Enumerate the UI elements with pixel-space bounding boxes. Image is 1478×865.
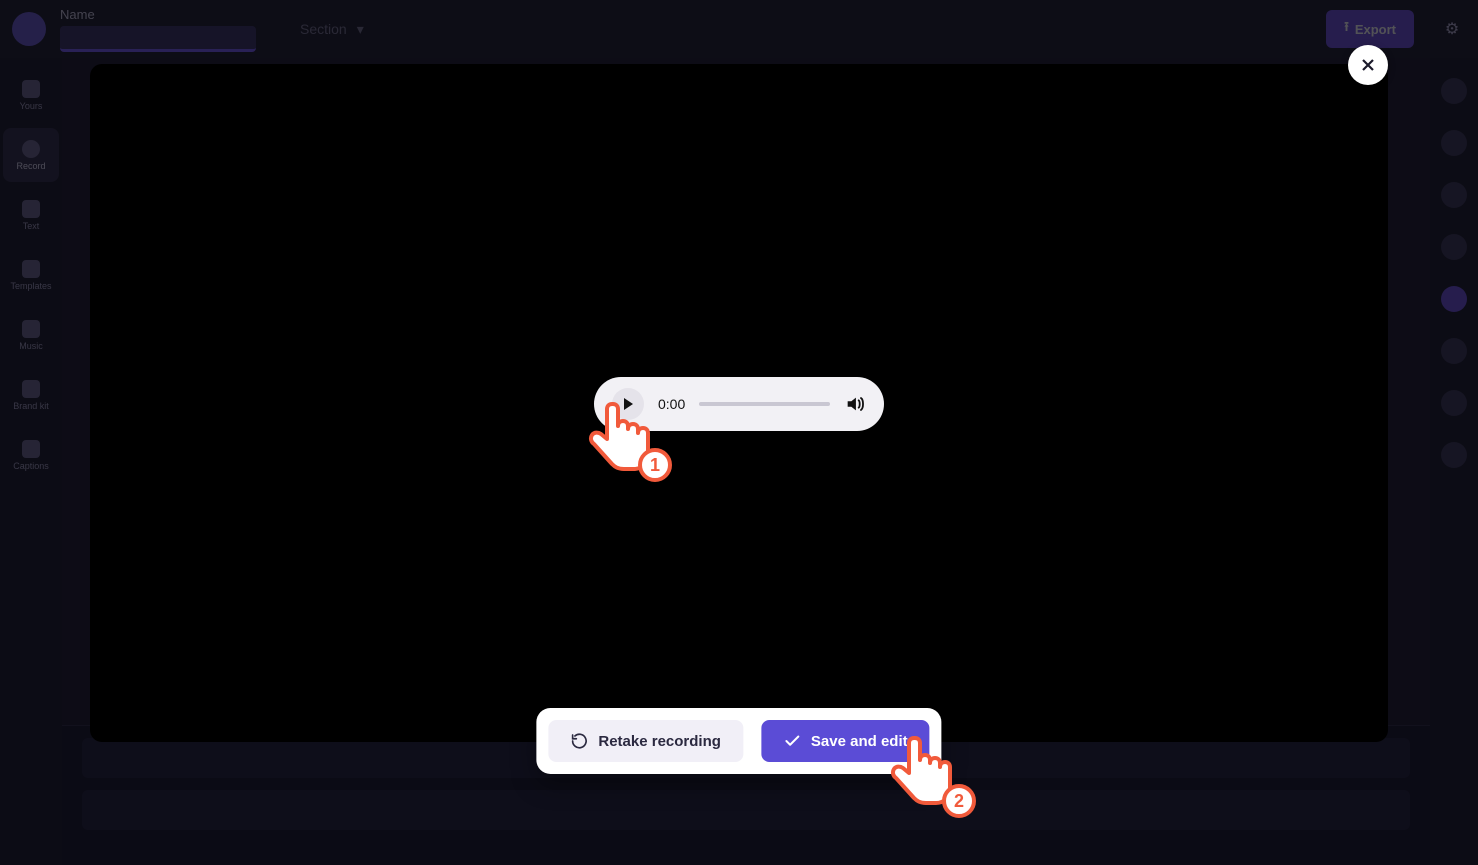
play-icon <box>621 397 635 411</box>
media-player: 0:00 <box>594 377 884 431</box>
close-icon <box>1360 57 1376 73</box>
progress-slider[interactable] <box>699 402 830 406</box>
close-button[interactable] <box>1348 45 1388 85</box>
check-icon <box>783 732 801 750</box>
save-and-edit-button[interactable]: Save and edit <box>761 720 930 762</box>
recording-action-bar: Retake recording Save and edit <box>536 708 941 774</box>
save-button-label: Save and edit <box>811 733 908 750</box>
volume-button[interactable] <box>844 393 866 415</box>
retake-button-label: Retake recording <box>598 733 721 750</box>
playback-time: 0:00 <box>658 396 685 412</box>
refresh-icon <box>570 732 588 750</box>
retake-recording-button[interactable]: Retake recording <box>548 720 743 762</box>
volume-icon <box>844 393 866 415</box>
play-button[interactable] <box>612 388 644 420</box>
